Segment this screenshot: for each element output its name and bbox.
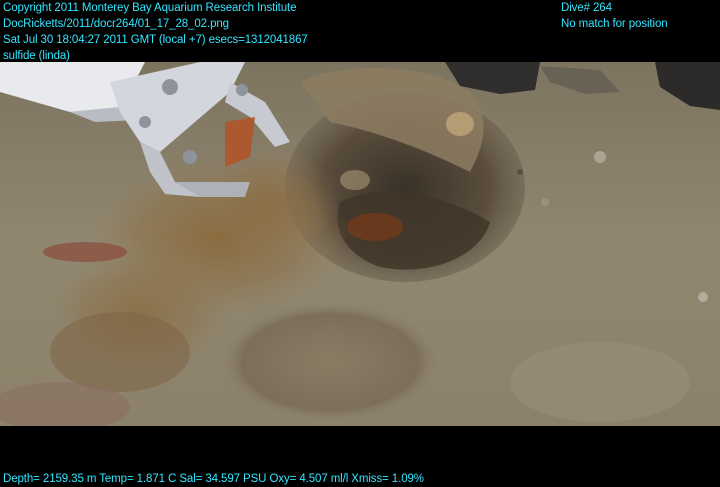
sensor-readout: Depth= 2159.35 m Temp= 1.871 C Sal= 34.5… (3, 473, 424, 485)
foreground-mound (220, 302, 440, 422)
file-path-line: DocRicketts/2011/docr264/01_17_28_02.png (3, 18, 229, 30)
frame-metadata: Copyright 2011 Monterey Bay Aquarium Res… (3, 0, 308, 64)
copyright-line: Copyright 2011 Monterey Bay Aquarium Res… (3, 2, 297, 14)
dive-info: Dive# 264 No match for position (561, 0, 668, 32)
seafloor-image (0, 62, 720, 426)
dive-number: Dive# 264 (561, 2, 612, 14)
video-frame: Copyright 2011 Monterey Bay Aquarium Res… (0, 0, 720, 486)
position-status: No match for position (561, 18, 668, 30)
red-organism (43, 242, 127, 262)
timestamp-line: Sat Jul 30 18:04:27 2011 GMT (local +7) … (3, 34, 308, 46)
top-info-bar: Copyright 2011 Monterey Bay Aquarium Res… (0, 0, 720, 62)
